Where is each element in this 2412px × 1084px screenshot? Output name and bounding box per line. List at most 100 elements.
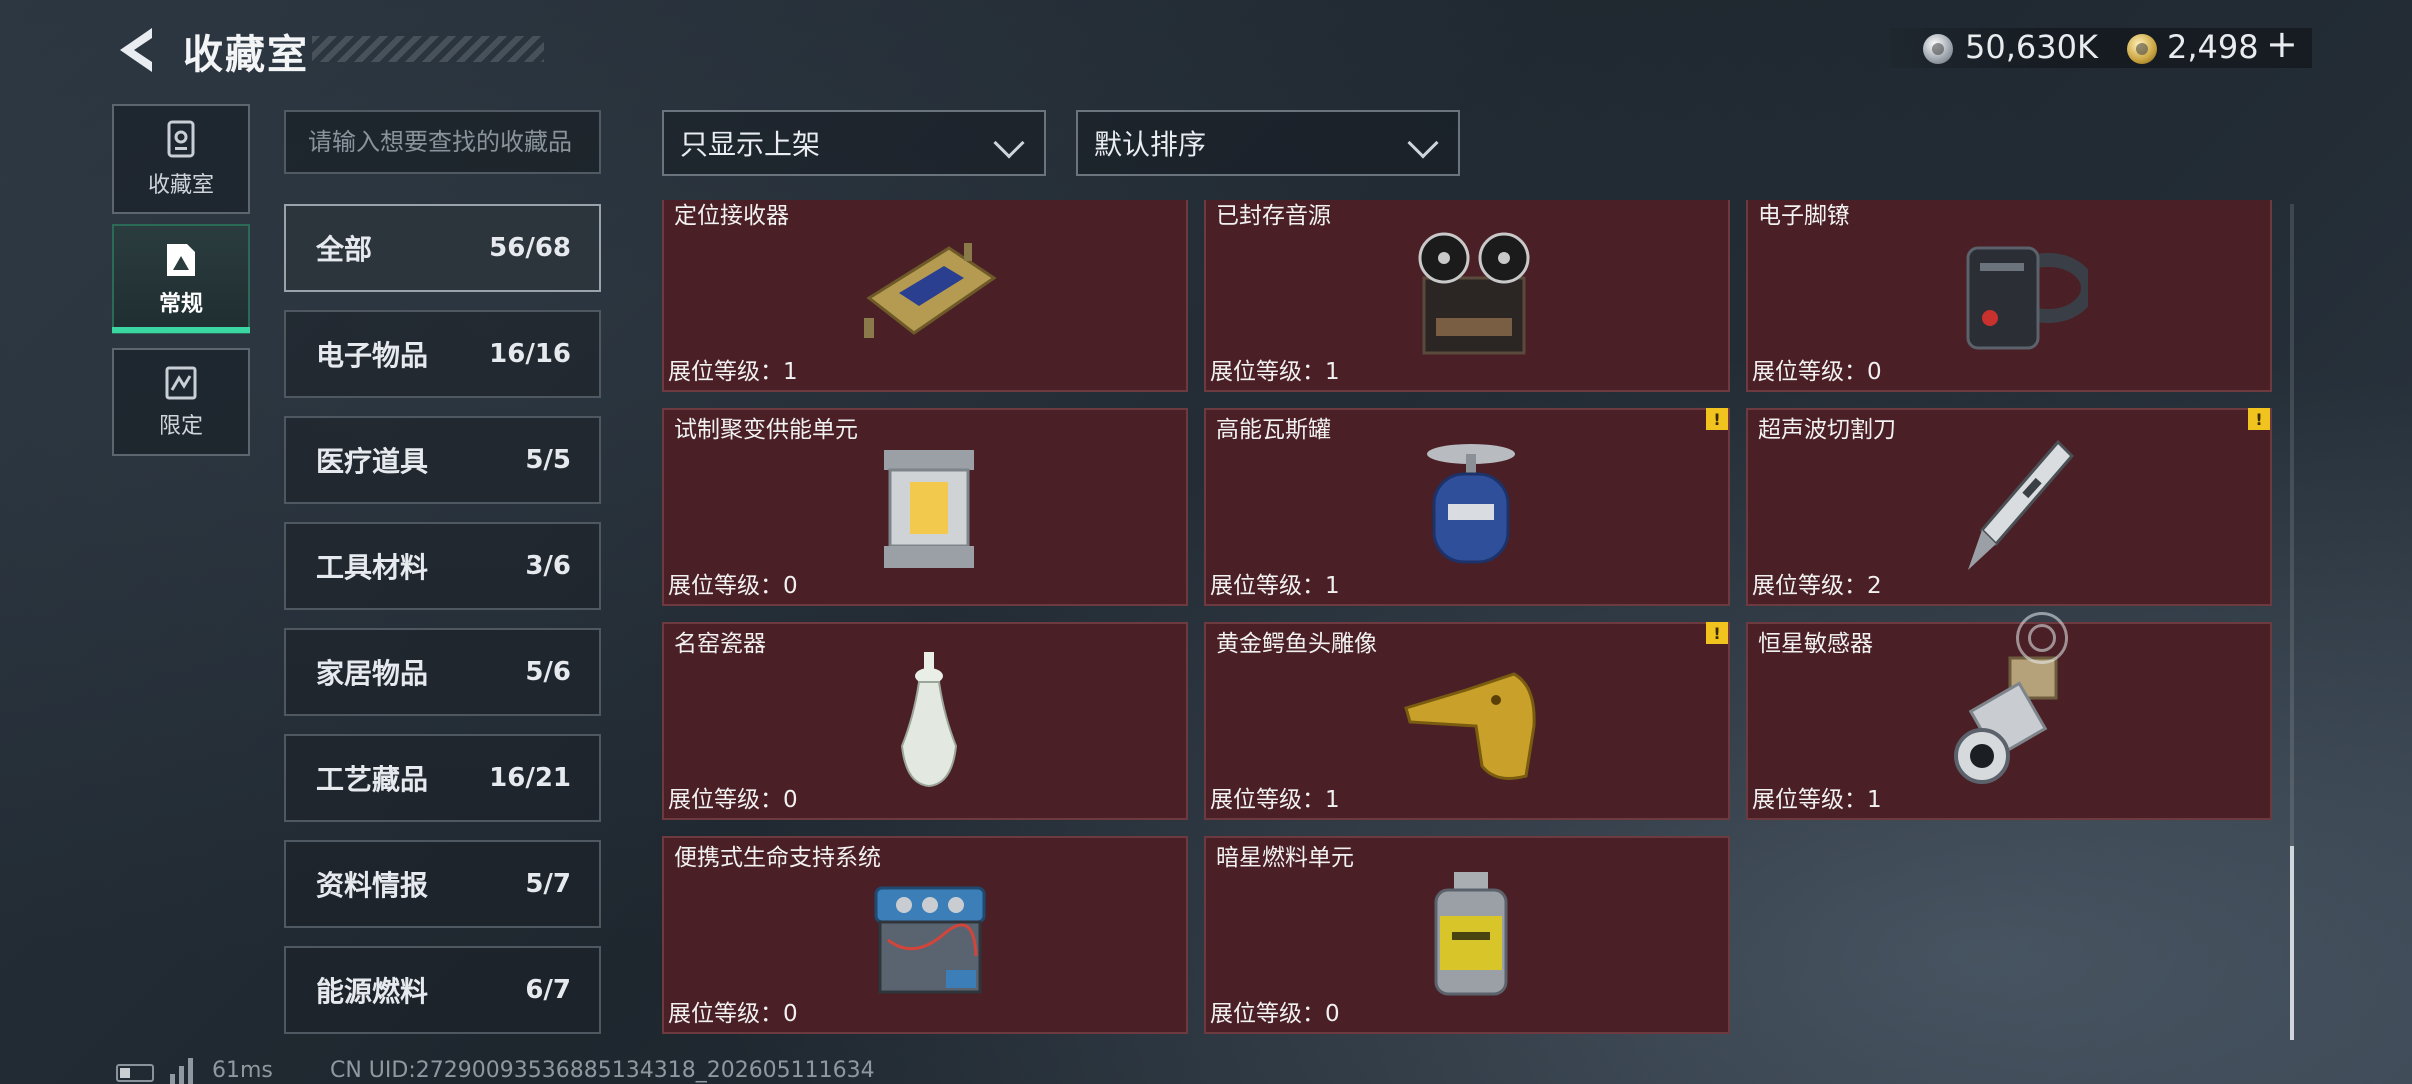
fuel-unit-canister-icon	[1434, 872, 1508, 996]
category-name: 电子物品	[316, 339, 429, 372]
gold-coin-icon	[2127, 34, 2157, 64]
item-name: 黄金鳄鱼头雕像	[1216, 631, 1377, 657]
category-count: 3/6	[525, 551, 571, 581]
rail-tab-regular[interactable]: 常规	[112, 224, 250, 334]
item-level: 展位等级：0	[668, 787, 798, 813]
category-all[interactable]: 全部 56/68	[284, 204, 601, 292]
life-support-system-icon	[874, 886, 986, 994]
item-level: 展位等级：0	[668, 573, 798, 599]
category-medical[interactable]: 医疗道具 5/5	[284, 416, 601, 504]
item-card-gold-crocodile[interactable]: 黄金鳄鱼头雕像 ! 展位等级：1	[1204, 622, 1730, 820]
category-name: 资料情报	[316, 869, 429, 902]
category-tools[interactable]: 工具材料 3/6	[284, 522, 601, 610]
category-name: 能源燃料	[316, 975, 429, 1008]
star-sensor-icon	[1954, 656, 2058, 784]
add-currency-button[interactable]: +	[2266, 22, 2298, 66]
item-level: 展位等级：1	[1210, 573, 1340, 599]
scrollbar-thumb[interactable]	[2290, 846, 2294, 1040]
item-card-gas-canister[interactable]: 高能瓦斯罐 ! 展位等级：1	[1204, 408, 1730, 606]
search-input[interactable]	[284, 110, 601, 174]
item-name: 电子脚镣	[1758, 203, 1850, 229]
category-energy[interactable]: 能源燃料 6/7	[284, 946, 601, 1034]
page-title: 收藏室	[183, 32, 309, 78]
category-count: 16/21	[489, 763, 571, 793]
active-tab-indicator	[112, 327, 250, 333]
item-card-life-support[interactable]: 便携式生命支持系统 展位等级：0	[662, 836, 1188, 1034]
silver-coin-icon	[1923, 34, 1953, 64]
item-level: 展位等级：0	[668, 1001, 798, 1027]
item-card-ultrasonic-cutter[interactable]: 超声波切割刀 ! 展位等级：2	[1746, 408, 2272, 606]
item-card-electronic-anklet[interactable]: 电子脚镣 展位等级：0	[1746, 200, 2272, 392]
category-name: 医疗道具	[316, 445, 429, 478]
rail-tab-label: 限定	[158, 414, 203, 439]
back-button[interactable]	[112, 24, 162, 76]
item-level: 展位等级：1	[1210, 359, 1340, 385]
category-count: 5/7	[525, 869, 571, 899]
ultrasonic-cutter-icon	[1968, 439, 2075, 570]
item-card-star-sensor[interactable]: 恒星敏感器 展位等级：1	[1746, 622, 2272, 820]
category-household[interactable]: 家居物品 5/6	[284, 628, 601, 716]
electronic-anklet-icon	[1966, 246, 2088, 350]
category-count: 16/16	[489, 339, 571, 369]
gas-canister-icon	[1427, 444, 1515, 564]
item-name: 定位接收器	[674, 203, 789, 229]
rail-tab-collection[interactable]: 收藏室	[112, 104, 250, 214]
item-name: 暗星燃料单元	[1216, 845, 1354, 871]
category-count: 6/7	[525, 975, 571, 1005]
item-name: 试制聚变供能单元	[674, 417, 858, 443]
item-level: 展位等级：1	[1210, 787, 1340, 813]
signal-strength-icon	[170, 1058, 193, 1084]
item-name: 名窑瓷器	[674, 631, 766, 657]
warning-badge: !	[1706, 622, 1728, 644]
category-name: 工艺藏品	[316, 763, 429, 796]
user-uid: CN UID:27290093536885134318_202605111634	[330, 1058, 875, 1083]
porcelain-vase-icon	[900, 652, 958, 788]
silver-currency-amount: 50,630K	[1965, 28, 2098, 66]
battery-level	[120, 1068, 130, 1078]
title-decoration	[312, 36, 544, 62]
warning-badge: !	[2248, 408, 2270, 430]
gold-currency-amount: 2,498	[2167, 28, 2259, 66]
filter-dropdown[interactable]: 只显示上架	[662, 110, 1046, 176]
item-card-sealed-audio[interactable]: 已封存音源 展位等级：1	[1204, 200, 1730, 392]
sort-dropdown-value: 默认排序	[1094, 128, 1207, 161]
category-count: 56/68	[489, 233, 571, 263]
item-level: 展位等级：1	[1752, 787, 1882, 813]
filter-dropdown-value: 只显示上架	[680, 128, 821, 161]
item-name: 超声波切割刀	[1758, 417, 1896, 443]
reel-to-reel-recorder-icon	[1418, 232, 1530, 355]
rail-tab-label: 常规	[158, 292, 203, 317]
chevron-down-icon	[1407, 127, 1439, 159]
item-name: 恒星敏感器	[1758, 631, 1873, 657]
item-name: 高能瓦斯罐	[1216, 417, 1331, 443]
category-crafts[interactable]: 工艺藏品 16/21	[284, 734, 601, 822]
category-count: 5/6	[525, 657, 571, 687]
item-name: 便携式生命支持系统	[674, 845, 881, 871]
back-arrow-icon	[120, 28, 152, 72]
category-count: 5/5	[525, 445, 571, 475]
item-card-porcelain[interactable]: 名窑瓷器 展位等级：0	[662, 622, 1188, 820]
item-level: 展位等级：2	[1752, 573, 1882, 599]
item-name: 已封存音源	[1216, 203, 1331, 229]
category-name: 工具材料	[316, 551, 429, 584]
fusion-power-unit-icon	[884, 450, 974, 568]
locator-receiver-icon	[864, 243, 997, 338]
item-card-darkstar-fuel[interactable]: 暗星燃料单元 展位等级：0	[1204, 836, 1730, 1034]
collection-room-icon	[167, 120, 195, 158]
rail-tab-limited[interactable]: 限定	[112, 348, 250, 456]
item-card-fusion-unit[interactable]: 试制聚变供能单元 展位等级：0	[662, 408, 1188, 606]
item-card-locator-receiver[interactable]: 定位接收器 展位等级：1	[662, 200, 1188, 392]
limited-collection-icon	[165, 366, 197, 400]
gold-crocodile-statue-icon	[1404, 672, 1536, 780]
category-electronics[interactable]: 电子物品 16/16	[284, 310, 601, 398]
item-level: 展位等级：0	[1210, 1001, 1340, 1027]
warning-badge: !	[1706, 408, 1728, 430]
regular-collection-icon	[167, 244, 195, 276]
network-ping: 61ms	[212, 1058, 273, 1083]
rail-tab-label: 收藏室	[147, 173, 214, 198]
chevron-down-icon	[993, 127, 1025, 159]
reticle-inner-icon	[2028, 624, 2056, 652]
sort-dropdown[interactable]: 默认排序	[1076, 110, 1460, 176]
category-intel[interactable]: 资料情报 5/7	[284, 840, 601, 928]
category-name: 全部	[316, 233, 373, 266]
